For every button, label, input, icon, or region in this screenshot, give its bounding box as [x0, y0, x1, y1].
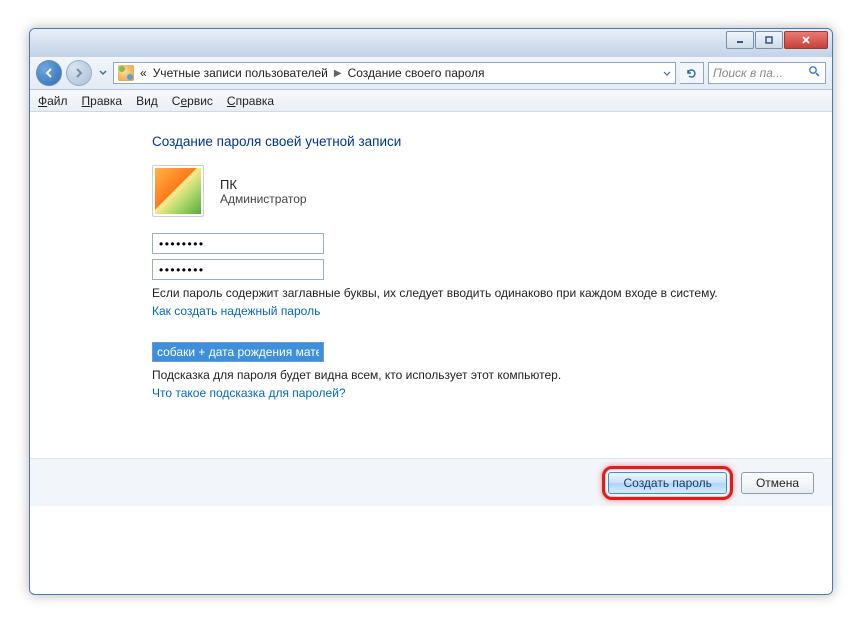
menu-view[interactable]: Вид [136, 94, 158, 108]
breadcrumb-item-accounts[interactable]: Учетные записи пользователей [153, 66, 328, 80]
menu-file[interactable]: Файл [38, 94, 68, 108]
refresh-button[interactable] [680, 62, 704, 84]
avatar [152, 165, 204, 217]
refresh-icon [685, 67, 698, 80]
menu-edit[interactable]: Правка [82, 94, 123, 108]
maximize-button[interactable] [755, 31, 783, 49]
search-placeholder: Поиск в па... [713, 66, 783, 80]
blank-area [30, 506, 832, 593]
forward-button[interactable] [66, 60, 92, 86]
forward-icon [73, 67, 85, 79]
breadcrumb-prefix: « [140, 66, 147, 80]
back-button[interactable] [36, 60, 62, 86]
create-password-button[interactable]: Создать пароль [608, 472, 726, 494]
search-input[interactable]: Поиск в па... [708, 62, 826, 84]
close-button[interactable] [784, 31, 828, 49]
link-strong-password[interactable]: Как создать надежный пароль [152, 304, 320, 318]
breadcrumb[interactable]: « Учетные записи пользователей ▶ Создани… [113, 62, 676, 84]
chevron-down-icon [663, 71, 671, 77]
titlebar [30, 29, 832, 57]
footer: Создать пароль Отмена [30, 458, 832, 506]
search-icon [808, 65, 821, 81]
page-title: Создание пароля своей учетной записи [152, 134, 804, 149]
user-info: ПК Администратор [220, 177, 307, 206]
user-role: Администратор [220, 192, 307, 206]
menu-tools[interactable]: Сервис [172, 94, 213, 108]
window: « Учетные записи пользователей ▶ Создани… [29, 28, 833, 595]
window-controls [725, 31, 828, 49]
addressbar: « Учетные записи пользователей ▶ Создани… [30, 57, 832, 90]
maximize-icon [764, 35, 774, 45]
minimize-button[interactable] [726, 31, 754, 49]
cancel-button[interactable]: Отмена [741, 472, 814, 494]
minimize-icon [735, 35, 745, 45]
confirm-password-field[interactable] [152, 259, 324, 280]
breadcrumb-item-create-password[interactable]: Создание своего пароля [348, 66, 485, 80]
chevron-down-icon [99, 70, 107, 76]
back-icon [43, 67, 55, 79]
nav-history-dropdown[interactable] [96, 62, 109, 84]
highlight-annotation: Создать пароль [602, 466, 732, 500]
avatar-image [155, 168, 201, 214]
user-block: ПК Администратор [152, 165, 804, 217]
control-panel-icon [118, 65, 134, 81]
chevron-right-icon: ▶ [334, 68, 342, 79]
content-area: Создание пароля своей учетной записи ПК … [30, 112, 832, 458]
new-password-field[interactable] [152, 233, 324, 254]
close-icon [801, 35, 811, 45]
caps-warning: Если пароль содержит заглавные буквы, их… [152, 286, 804, 300]
user-name: ПК [220, 177, 307, 192]
password-hint-field[interactable] [152, 342, 324, 362]
hint-visibility-note: Подсказка для пароля будет видна всем, к… [152, 368, 804, 382]
link-what-is-hint[interactable]: Что такое подсказка для паролей? [152, 386, 346, 400]
address-dropdown[interactable] [663, 66, 671, 80]
menubar: Файл Правка Вид Сервис Справка [30, 90, 832, 112]
menu-help[interactable]: Справка [227, 94, 274, 108]
